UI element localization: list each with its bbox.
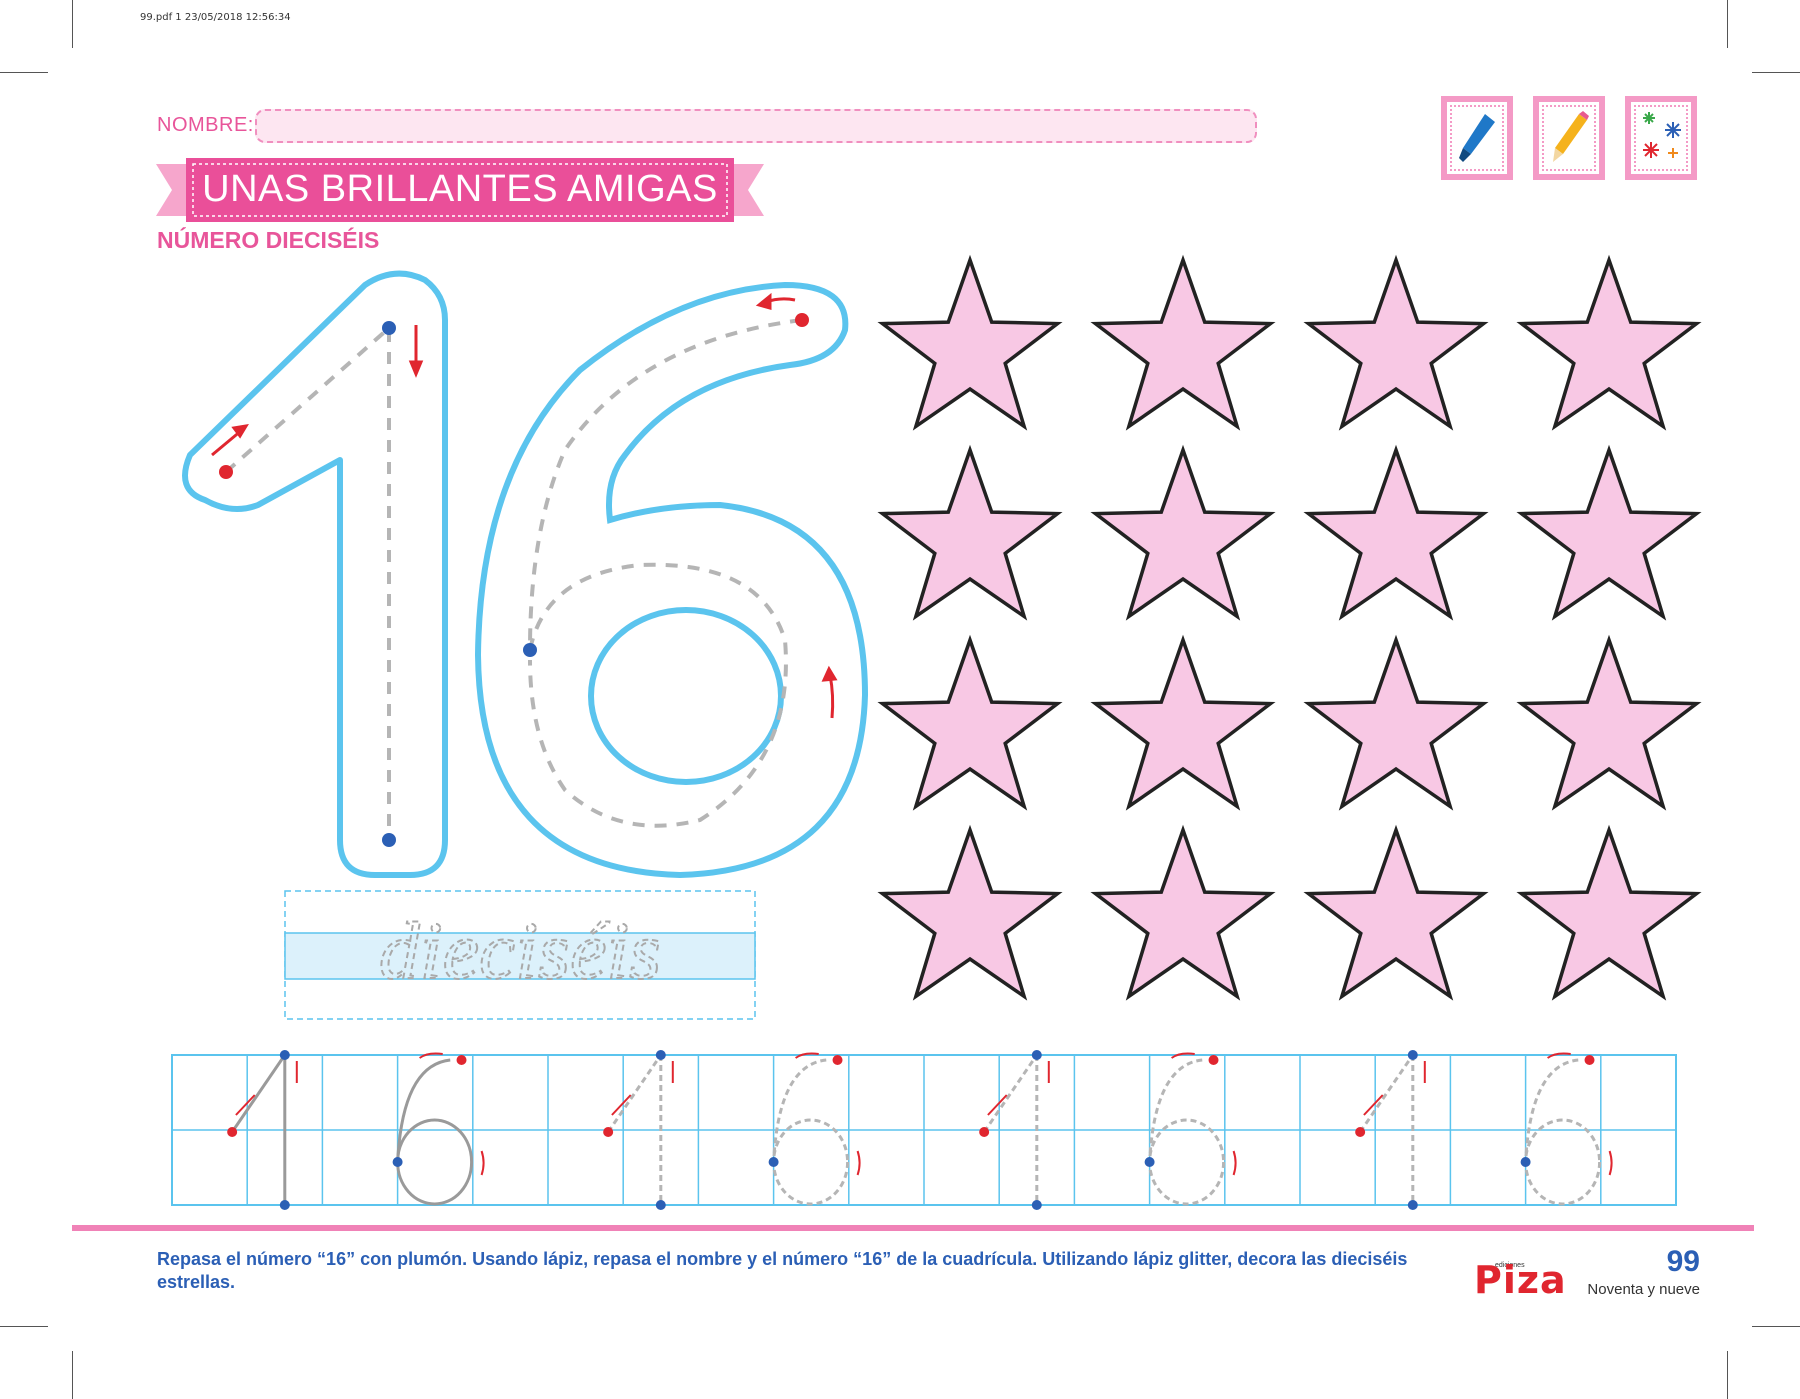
star-shape[interactable] [1516,634,1702,811]
star-shape[interactable] [877,254,1063,431]
page-number-word: Noventa y nueve [1587,1281,1700,1298]
page-number: 99 [1666,1245,1700,1278]
star-shape[interactable] [1090,634,1276,811]
crop-mark [72,1351,73,1399]
word-trace-text: dieciséis [379,905,661,996]
star-shape[interactable] [1303,444,1489,621]
star-shape[interactable] [877,634,1063,811]
instructions-text: Repasa el número “16” con plumón. Usando… [157,1249,1408,1292]
word-trace-box: dieciséis [284,890,756,1020]
crop-mark [1727,1351,1728,1399]
glitter-tool-box [1625,96,1697,180]
start-dot [219,313,809,847]
outline-six [474,281,869,879]
tracing-guide [224,318,803,840]
page-title: UNAS BRILLANTES AMIGAS [202,168,718,210]
pencil-icon [1553,111,1589,162]
crop-mark [0,1326,48,1327]
star-shape[interactable] [1090,254,1276,431]
print-metadata: 99.pdf 1 23/05/2018 12:56:34 [140,12,291,23]
star-shape[interactable] [1090,824,1276,1001]
star-grid [877,254,1702,1001]
marker-tool-box [1441,96,1513,180]
marker-icon [1459,114,1495,162]
publisher-logo: Piza [1474,1258,1567,1302]
crop-mark [0,72,48,73]
crop-mark [72,0,73,48]
outline-one [182,270,448,878]
pencil-tool-box [1533,96,1605,180]
practice-grid [171,1050,1677,1210]
star-shape[interactable] [1516,824,1702,1001]
crop-mark [1752,1326,1800,1327]
crop-mark [1752,72,1800,73]
crop-mark [1727,0,1728,48]
star-shape[interactable] [877,444,1063,621]
footer-divider [72,1225,1754,1231]
star-shape[interactable] [1303,254,1489,431]
star-shape[interactable] [1090,444,1276,621]
star-shape[interactable] [1303,824,1489,1001]
star-shape[interactable] [1516,254,1702,431]
star-shape[interactable] [1303,634,1489,811]
glitter-icon [1643,112,1681,158]
page-subtitle: NÚMERO DIECISÉIS [157,227,380,253]
star-shape[interactable] [877,824,1063,1001]
tracing-number [182,270,869,879]
name-label: NOMBRE: [157,114,254,136]
star-shape[interactable] [1516,444,1702,621]
name-field[interactable] [255,109,1257,143]
